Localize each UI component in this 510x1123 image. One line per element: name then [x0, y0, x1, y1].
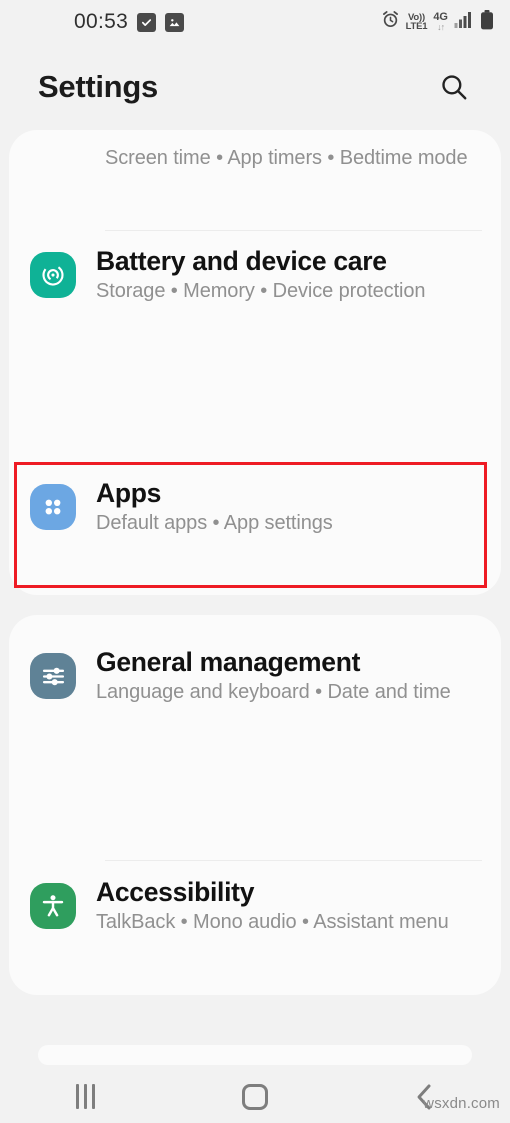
- apps-grid-icon: [30, 484, 76, 531]
- clock-time: 00:53: [74, 10, 129, 33]
- settings-card-one: Screen time • App timers • Bedtime mode: [9, 130, 501, 595]
- settings-item-subtitle: TalkBack • Mono audio • Assistant menu: [96, 911, 449, 934]
- search-icon[interactable]: [432, 65, 476, 109]
- row-divider: [105, 860, 482, 861]
- sliders-icon: [30, 653, 76, 700]
- recents-icon[interactable]: [49, 1074, 121, 1120]
- settings-item-subtitle: Screen time • App timers • Bedtime mode: [105, 147, 468, 169]
- title-bar: Settings: [0, 44, 510, 130]
- volte-icon: Vo)) LTE1: [405, 11, 428, 32]
- settings-item-icon: [30, 883, 76, 930]
- 4g-icon: 4G ↓↑: [433, 11, 448, 32]
- settings-list[interactable]: Screen time • App timers • Bedtime mode: [0, 130, 510, 1030]
- watermark: wsxdn.com: [423, 1095, 500, 1112]
- home-icon[interactable]: [219, 1074, 291, 1120]
- settings-item-icon: [30, 653, 76, 700]
- settings-card-two: General management Language and keyboard…: [9, 615, 501, 995]
- status-bar-right: Vo)) LTE1 4G ↓↑: [381, 9, 494, 35]
- row-divider: [105, 230, 482, 231]
- settings-item-digital-wellbeing[interactable]: Screen time • App timers • Bedtime mode: [9, 130, 501, 172]
- settings-item-title: Apps: [96, 478, 162, 508]
- settings-item-icon: [30, 484, 76, 531]
- settings-item-battery-and-device-care[interactable]: Battery and device care Storage • Memory…: [9, 246, 501, 305]
- status-bar: 00:53 Vo)) LTE1 4G ↓↑: [0, 0, 510, 44]
- scroll-bottom-sheet-handle: [38, 1045, 472, 1065]
- status-bar-left: 00:53: [74, 10, 185, 34]
- settings-item-title: Accessibility: [96, 877, 255, 907]
- row-divider: [105, 462, 482, 463]
- battery-icon: [480, 9, 494, 35]
- settings-item-title: General management: [96, 647, 361, 677]
- settings-item-icon: [30, 252, 76, 299]
- accessibility-person-icon: [30, 883, 76, 930]
- page-title: Settings: [38, 69, 158, 104]
- settings-item-subtitle: Storage • Memory • Device protection: [96, 280, 426, 303]
- signal-bars-icon: [454, 11, 474, 33]
- image-icon: [165, 12, 185, 32]
- settings-item-apps[interactable]: Apps Default apps • App settings: [9, 478, 501, 537]
- device-care-icon: [30, 252, 76, 299]
- checkbox-checked-icon: [137, 12, 157, 32]
- alarm-icon: [381, 10, 400, 34]
- phone-screen: 00:53 Vo)) LTE1 4G ↓↑ Settings Screen ti…: [0, 0, 510, 1123]
- settings-item-title: Battery and device care: [96, 246, 387, 276]
- settings-item-subtitle: Language and keyboard • Date and time: [96, 681, 451, 704]
- settings-item-subtitle: Default apps • App settings: [96, 512, 333, 535]
- settings-item-accessibility[interactable]: Accessibility TalkBack • Mono audio • As…: [9, 877, 501, 936]
- settings-item-general-management[interactable]: General management Language and keyboard…: [9, 647, 501, 706]
